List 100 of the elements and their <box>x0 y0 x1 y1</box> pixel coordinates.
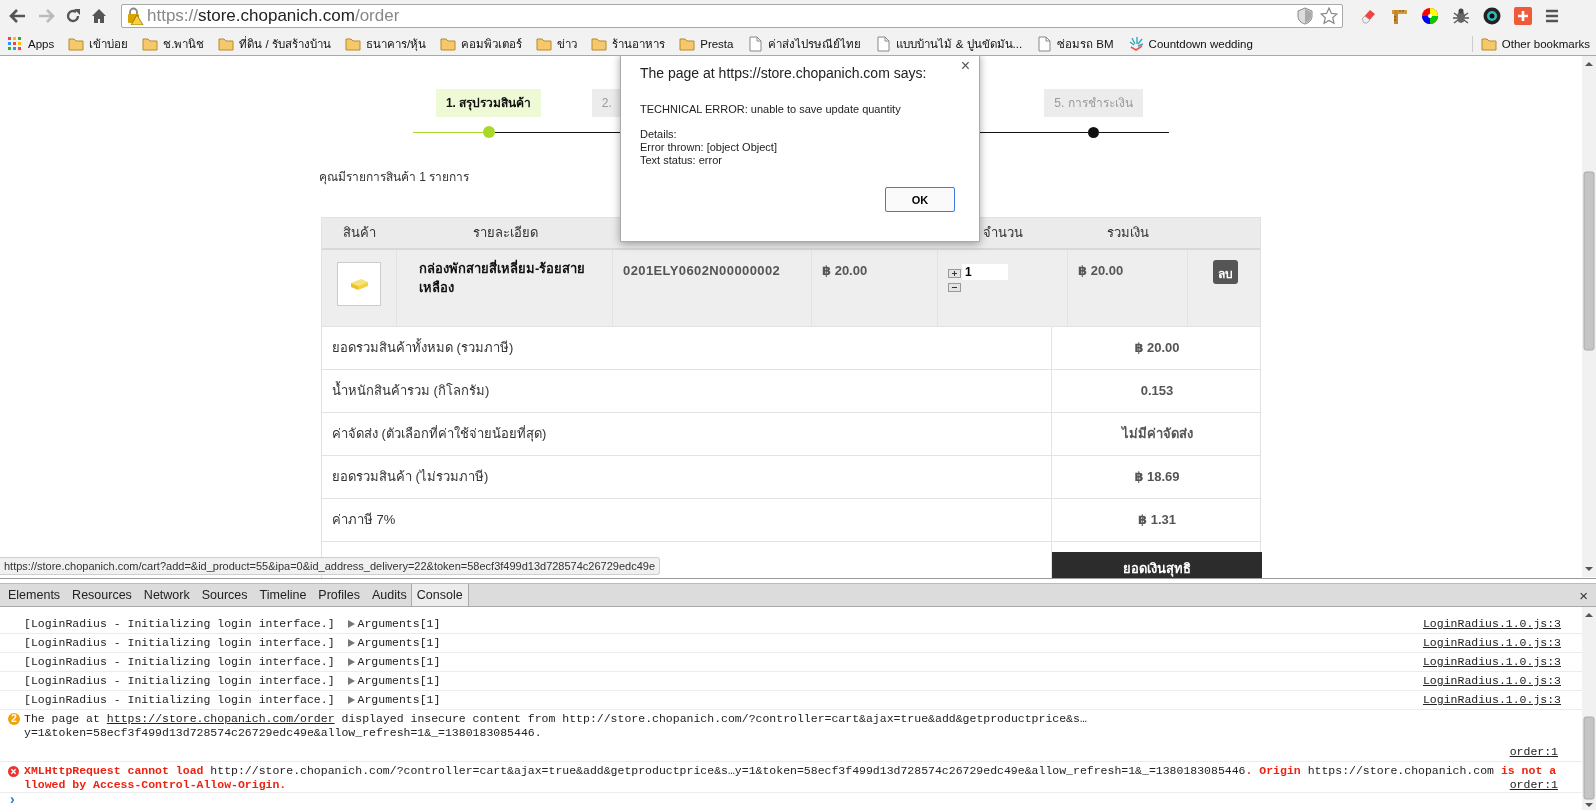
folder-icon <box>142 35 159 52</box>
minus-icon[interactable] <box>948 283 961 292</box>
bookmark-item[interactable]: ข่าว <box>536 34 578 53</box>
unit-price: ฿ 20.00 <box>812 250 938 326</box>
source-link[interactable]: LoginRadius.1.0.js:3 <box>1422 634 1561 652</box>
devtools-tab[interactable]: Sources <box>193 584 252 606</box>
arguments-object[interactable]: Arguments[1] <box>357 672 441 690</box>
summary-value: ฿ 18.69 <box>1133 468 1181 486</box>
eraser-icon[interactable] <box>1359 7 1377 25</box>
error-icon <box>8 766 19 777</box>
scrollbar[interactable] <box>1582 607 1596 810</box>
expand-triangle-icon[interactable] <box>347 696 355 704</box>
expand-triangle-icon[interactable] <box>347 677 355 685</box>
folder-icon <box>591 35 608 52</box>
summary-label: ยอดรวมสินค้าทั้งหมด (รวมภาษี) <box>322 327 1052 369</box>
dialog-title: The page at https://store.chopanich.com says: <box>640 65 928 81</box>
star-icon[interactable] <box>1320 7 1338 25</box>
product-code: 0201ELY0602N00000002 <box>613 250 812 326</box>
console-message: [LoginRadius - Initializing login interface.] <box>24 654 335 670</box>
devtools-tab[interactable]: Audits <box>364 584 411 606</box>
scrollbar[interactable] <box>1582 56 1596 577</box>
menu-icon[interactable] <box>1545 9 1559 23</box>
column-header: สินค้า <box>342 224 377 242</box>
bookmark-item[interactable]: ช.พานิช <box>142 34 205 53</box>
summary-label: ยอดรวมสินค้า (ไม่รวมภาษี) <box>322 456 1052 498</box>
devtools-tab[interactable]: Resources <box>64 584 136 606</box>
source-link[interactable]: order:1 <box>1509 745 1558 758</box>
back-icon[interactable] <box>9 8 27 24</box>
status-url-bubble: https://store.chopanich.com/cart?add=&id_product=55&ipa=0&id_address_delivery=22&token=58ecf3f499d13d728574c26729edc49e <box>0 557 660 575</box>
dialog-message: TECHNICAL ERROR: unable to save update quantity <box>640 103 902 115</box>
summary-value: 0.153 <box>1139 382 1175 400</box>
close-button[interactable]: × <box>951 57 979 75</box>
summary-value: ไม่มีค่าจัดส่ง <box>1120 425 1194 443</box>
folder-icon <box>536 35 553 52</box>
source-link[interactable]: LoginRadius.1.0.js:3 <box>1422 672 1561 690</box>
folder-icon <box>440 35 457 52</box>
bookmark-item[interactable]: Presta <box>679 35 734 52</box>
page-icon <box>747 35 764 52</box>
column-header: จำนวน <box>982 224 1024 242</box>
bookmark-item[interactable]: ซ่อมรถ BM <box>1036 34 1114 53</box>
devtools-tab[interactable]: Elements <box>0 584 65 606</box>
arguments-object[interactable]: Arguments[1] <box>357 691 441 709</box>
bookmark-item[interactable]: Apps <box>7 35 55 52</box>
expand-triangle-icon[interactable] <box>347 658 355 666</box>
bookmark-item[interactable]: เข้าบ่อย <box>68 34 129 53</box>
page-icon <box>875 35 892 52</box>
bookmark-item[interactable]: ร้านอาหาร <box>591 34 666 53</box>
item-count-text: คุณมีรายการสินค้า 1 รายการ <box>319 169 471 185</box>
folder-icon <box>679 35 696 52</box>
summary-label: ค่าภาษี 7% <box>322 499 1052 541</box>
arguments-object[interactable]: Arguments[1] <box>357 634 441 652</box>
source-link[interactable]: LoginRadius.1.0.js:3 <box>1422 653 1561 671</box>
delete-button[interactable]: ลบ <box>1212 260 1238 284</box>
bookmark-item[interactable]: Other bookmarks <box>1471 35 1590 52</box>
dialog-detail: Error thrown: [object Object] <box>640 141 778 154</box>
bookmark-item[interactable]: แบบบ้านไม้ & ปูนขัดมัน... <box>875 34 1023 53</box>
page-link[interactable]: https://store.chopanich.com/order <box>106 712 335 725</box>
bookmark-item[interactable]: ที่ดิน / รับสร้างบ้าน <box>218 34 331 53</box>
arguments-object[interactable]: Arguments[1] <box>357 615 441 633</box>
devtools-tab[interactable]: Network <box>135 584 194 606</box>
source-link[interactable]: LoginRadius.1.0.js:3 <box>1422 691 1561 709</box>
step-tab[interactable]: 1. สรุปรวมสินค้า <box>435 89 542 117</box>
plus-icon[interactable] <box>948 269 961 278</box>
url-text: https://store.chopanich.com/order <box>147 6 400 26</box>
console-message: [LoginRadius - Initializing login interface.] <box>24 673 335 689</box>
devtools-tab[interactable]: Console <box>410 584 469 606</box>
lens-icon[interactable] <box>1483 7 1501 25</box>
quantity-field[interactable]: 1 <box>962 264 1008 280</box>
ok-button[interactable]: OK <box>885 187 955 212</box>
bookmark-item[interactable]: คอมพิวเตอร์ <box>440 34 523 53</box>
bookmark-item[interactable]: Countdown wedding <box>1127 35 1253 52</box>
source-link[interactable]: LoginRadius.1.0.js:3 <box>1422 615 1561 633</box>
ruler-icon[interactable] <box>1390 7 1408 25</box>
sparkle-icon <box>1127 35 1144 52</box>
expand-triangle-icon[interactable] <box>347 639 355 647</box>
folder-icon <box>68 35 85 52</box>
devtools-tab[interactable]: Timeline <box>251 584 311 606</box>
home-icon[interactable] <box>91 8 107 24</box>
console-message: The page at https://store.chopanich.com/order displayed insecure content from http://store.chopanich.com/?controller=cart&ajax=true&add&getproductprice&s… y=1&token=58ecf3f499d13d728574c26729edc49e&allow_refresh=1&_=1380183085446. <box>24 711 1088 740</box>
shield-icon[interactable] <box>1297 7 1313 25</box>
color-wheel-icon[interactable] <box>1421 7 1439 25</box>
dialog-detail: Details: <box>640 128 678 141</box>
dialog-detail: Text status: error <box>640 154 723 167</box>
address-bar[interactable]: https://store.chopanich.com/order <box>121 4 1343 28</box>
arguments-object[interactable]: Arguments[1] <box>357 653 441 671</box>
bug-icon[interactable] <box>1452 7 1470 25</box>
console-error-message: XMLHttpRequest cannot load http://store.chopanich.com/?controller=cart&ajax=true&add&getproductprice&s…y=1&token=58ecf3f499d13d728574c26729edc49e&allow_refresh=1&_=1380183085446. Origin https://store.chopanich.com is not allowed by Access-Control-Allow-Origin. order:1 <box>24 763 1558 792</box>
bookmark-item[interactable]: ค่าส่งไปรษณีย์ไทย <box>747 34 862 53</box>
bookmark-item[interactable]: ธนาคาร/หุ้น <box>345 34 427 53</box>
reload-icon[interactable] <box>65 8 81 24</box>
page-icon <box>1036 35 1053 52</box>
console-message: [LoginRadius - Initializing login interface.] <box>24 692 335 708</box>
folder-icon <box>218 35 235 52</box>
source-link[interactable]: order:1 <box>1509 778 1558 792</box>
expand-triangle-icon[interactable] <box>347 620 355 628</box>
close-button[interactable]: × <box>1571 584 1596 606</box>
prompt-caret[interactable]: › <box>8 793 17 807</box>
apps-grid-icon <box>7 35 23 52</box>
devtools-tab[interactable]: Profiles <box>310 584 365 606</box>
lock-warning-icon <box>126 7 144 25</box>
